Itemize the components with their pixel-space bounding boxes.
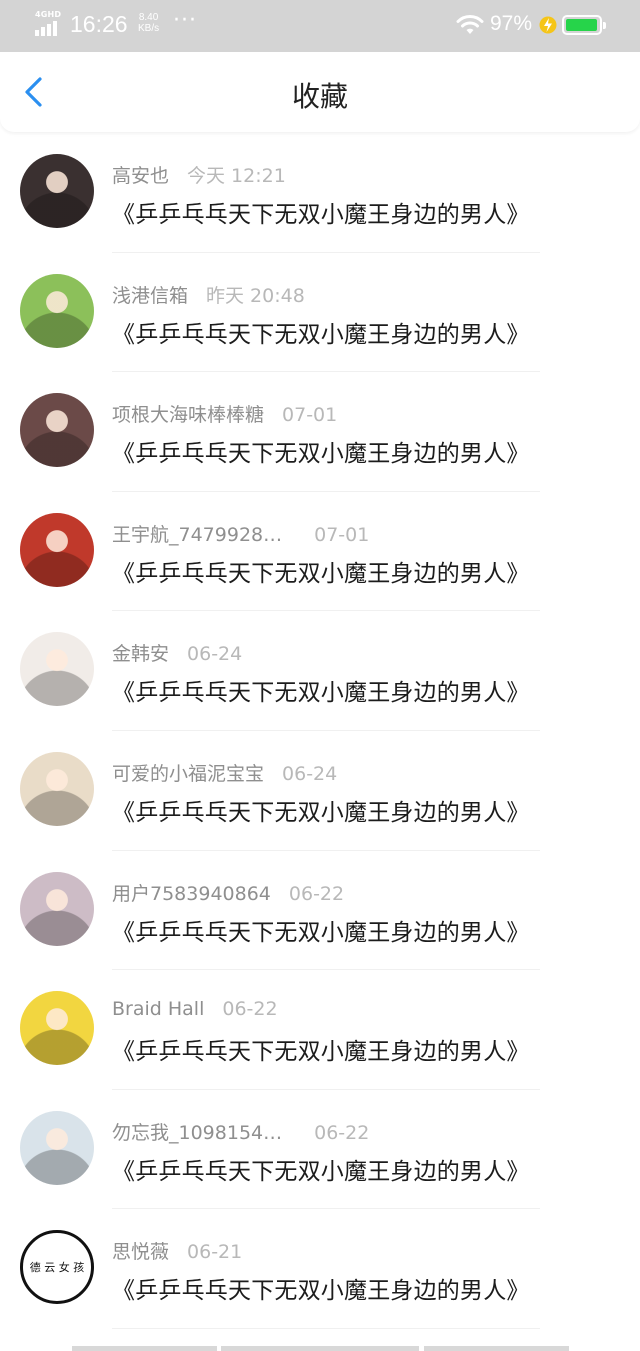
user-name[interactable]: 浅港信箱 (112, 285, 188, 307)
charging-bolt-icon (539, 16, 557, 34)
item-meta: 项根大海味棒棒糖 07-01 (112, 400, 337, 427)
more-notifications-icon: ··· (173, 8, 197, 33)
item-time: 06-22 (288, 882, 345, 905)
network-type: 4GHD (35, 10, 62, 19)
back-button[interactable] (14, 72, 54, 112)
item-title[interactable]: 《乒乒乓乓天下无双小魔王身边的男人》 (112, 434, 530, 468)
next-item-peek (0, 1340, 640, 1351)
item-title[interactable]: 《乒乒乓乓天下无双小魔王身边的男人》 (112, 315, 530, 349)
item-time: 昨天 20:48 (206, 284, 305, 307)
item-meta: 高安也 今天 12:21 (112, 161, 286, 188)
favorite-item[interactable]: 德 云 女 孩 思悦薇 06-21 《乒乒乓乓天下无双小魔王身边的男人》 (0, 1209, 640, 1329)
favorite-item[interactable]: 高安也 今天 12:21 《乒乒乓乓天下无双小魔王身边的男人》 (0, 133, 640, 253)
favorite-item[interactable]: 王宇航_7479928… 07-01 《乒乒乓乓天下无双小魔王身边的男人》 (0, 492, 640, 612)
item-title[interactable]: 《乒乒乓乓天下无双小魔王身边的男人》 (112, 195, 530, 229)
user-avatar[interactable] (20, 393, 94, 468)
user-avatar[interactable] (20, 871, 94, 946)
item-meta: 可爱的小福泥宝宝 06-24 (112, 759, 337, 786)
user-avatar[interactable] (20, 991, 94, 1066)
favorite-item[interactable]: 可爱的小福泥宝宝 06-24 《乒乒乓乓天下无双小魔王身边的男人》 (0, 731, 640, 851)
user-avatar[interactable]: 德 云 女 孩 (20, 1230, 94, 1305)
user-avatar[interactable] (20, 154, 94, 228)
clock: 16:26 (70, 11, 128, 37)
user-avatar[interactable] (20, 632, 94, 707)
favorite-item[interactable]: 项根大海味棒棒糖 07-01 《乒乒乓乓天下无双小魔王身边的男人》 (0, 372, 640, 492)
item-title[interactable]: 《乒乒乓乓天下无双小魔王身边的男人》 (112, 793, 530, 827)
user-name[interactable]: Braid Hall (112, 998, 204, 1020)
user-name[interactable]: 可爱的小福泥宝宝 (112, 763, 264, 785)
item-time: 07-01 (282, 404, 338, 427)
item-time: 06-22 (222, 998, 278, 1021)
user-name[interactable]: 高安也 (112, 165, 169, 187)
item-meta: 勿忘我_1098154… 06-22 (112, 1118, 369, 1145)
item-meta: 用户7583940864 06-22 (112, 879, 344, 906)
speed-value: 8.40 (138, 12, 159, 23)
chevron-left-icon (25, 77, 42, 107)
signal-icon: 4GHD (35, 10, 63, 36)
user-name[interactable]: 王宇航_7479928… (112, 524, 282, 546)
item-meta: Braid Hall 06-22 (112, 998, 278, 1020)
navigation-header: 收藏 (0, 52, 640, 132)
favorite-item[interactable]: 用户7583940864 06-22 《乒乒乓乓天下无双小魔王身边的男人》 (0, 851, 640, 971)
item-time: 06-22 (314, 1121, 370, 1144)
item-time: 今天 12:21 (187, 165, 286, 187)
favorite-item[interactable]: 勿忘我_1098154… 06-22 《乒乒乓乓天下无双小魔王身边的男人》 (0, 1090, 640, 1210)
user-name[interactable]: 思悦薇 (112, 1241, 169, 1263)
user-avatar[interactable] (20, 512, 94, 587)
item-title[interactable]: 《乒乒乓乓天下无双小魔王身边的男人》 (112, 913, 530, 947)
item-time: 06-24 (282, 762, 338, 785)
user-name[interactable]: 金韩安 (112, 643, 169, 665)
item-meta: 思悦薇 06-21 (112, 1237, 242, 1264)
page-title: 收藏 (291, 80, 348, 113)
item-meta: 浅港信箱 昨天 20:48 (112, 281, 305, 308)
item-title[interactable]: 《乒乒乓乓天下无双小魔王身边的男人》 (112, 554, 530, 588)
favorite-item[interactable]: Braid Hall 06-22 《乒乒乓乓天下无双小魔王身边的男人》 (0, 970, 640, 1090)
item-title[interactable]: 《乒乒乓乓天下无双小魔王身边的男人》 (112, 1271, 530, 1305)
favorite-item[interactable]: 浅港信箱 昨天 20:48 《乒乒乓乓天下无双小魔王身边的男人》 (0, 253, 640, 373)
status-bar: 4GHD 16:26 8.40 KB/s ··· 97% (0, 0, 640, 52)
speed-unit: KB/s (138, 23, 160, 34)
item-title[interactable]: 《乒乒乓乓天下无双小魔王身边的男人》 (112, 1032, 530, 1066)
item-time: 06-24 (187, 643, 243, 666)
user-avatar[interactable] (20, 751, 94, 826)
user-name[interactable]: 项根大海味棒棒糖 (112, 404, 264, 426)
user-avatar[interactable] (20, 1110, 94, 1185)
battery-percent: 97% (490, 12, 533, 35)
item-title[interactable]: 《乒乒乓乓天下无双小魔王身边的男人》 (112, 1152, 530, 1186)
battery-level-fill (566, 19, 598, 31)
avatar-text: 德 云 女 孩 (29, 1261, 85, 1275)
network-speed: 8.40 KB/s (138, 12, 159, 34)
item-meta: 王宇航_7479928… 07-01 (112, 520, 369, 547)
user-name[interactable]: 勿忘我_1098154… (112, 1122, 282, 1144)
user-avatar[interactable] (20, 273, 94, 348)
item-meta: 金韩安 06-24 (112, 639, 242, 666)
item-time: 07-01 (314, 523, 370, 546)
favorite-item[interactable]: 金韩安 06-24 《乒乒乓乓天下无双小魔王身边的男人》 (0, 611, 640, 731)
item-title[interactable]: 《乒乒乓乓天下无双小魔王身边的男人》 (112, 673, 530, 707)
battery-icon (562, 15, 606, 35)
row-divider (112, 1327, 540, 1329)
wifi-icon (456, 15, 484, 34)
favorites-list: 高安也 今天 12:21 《乒乒乓乓天下无双小魔王身边的男人》 浅港信箱 昨天 20:4… (0, 133, 640, 1329)
item-time: 06-21 (187, 1241, 243, 1264)
user-name[interactable]: 用户7583940864 (112, 883, 271, 905)
